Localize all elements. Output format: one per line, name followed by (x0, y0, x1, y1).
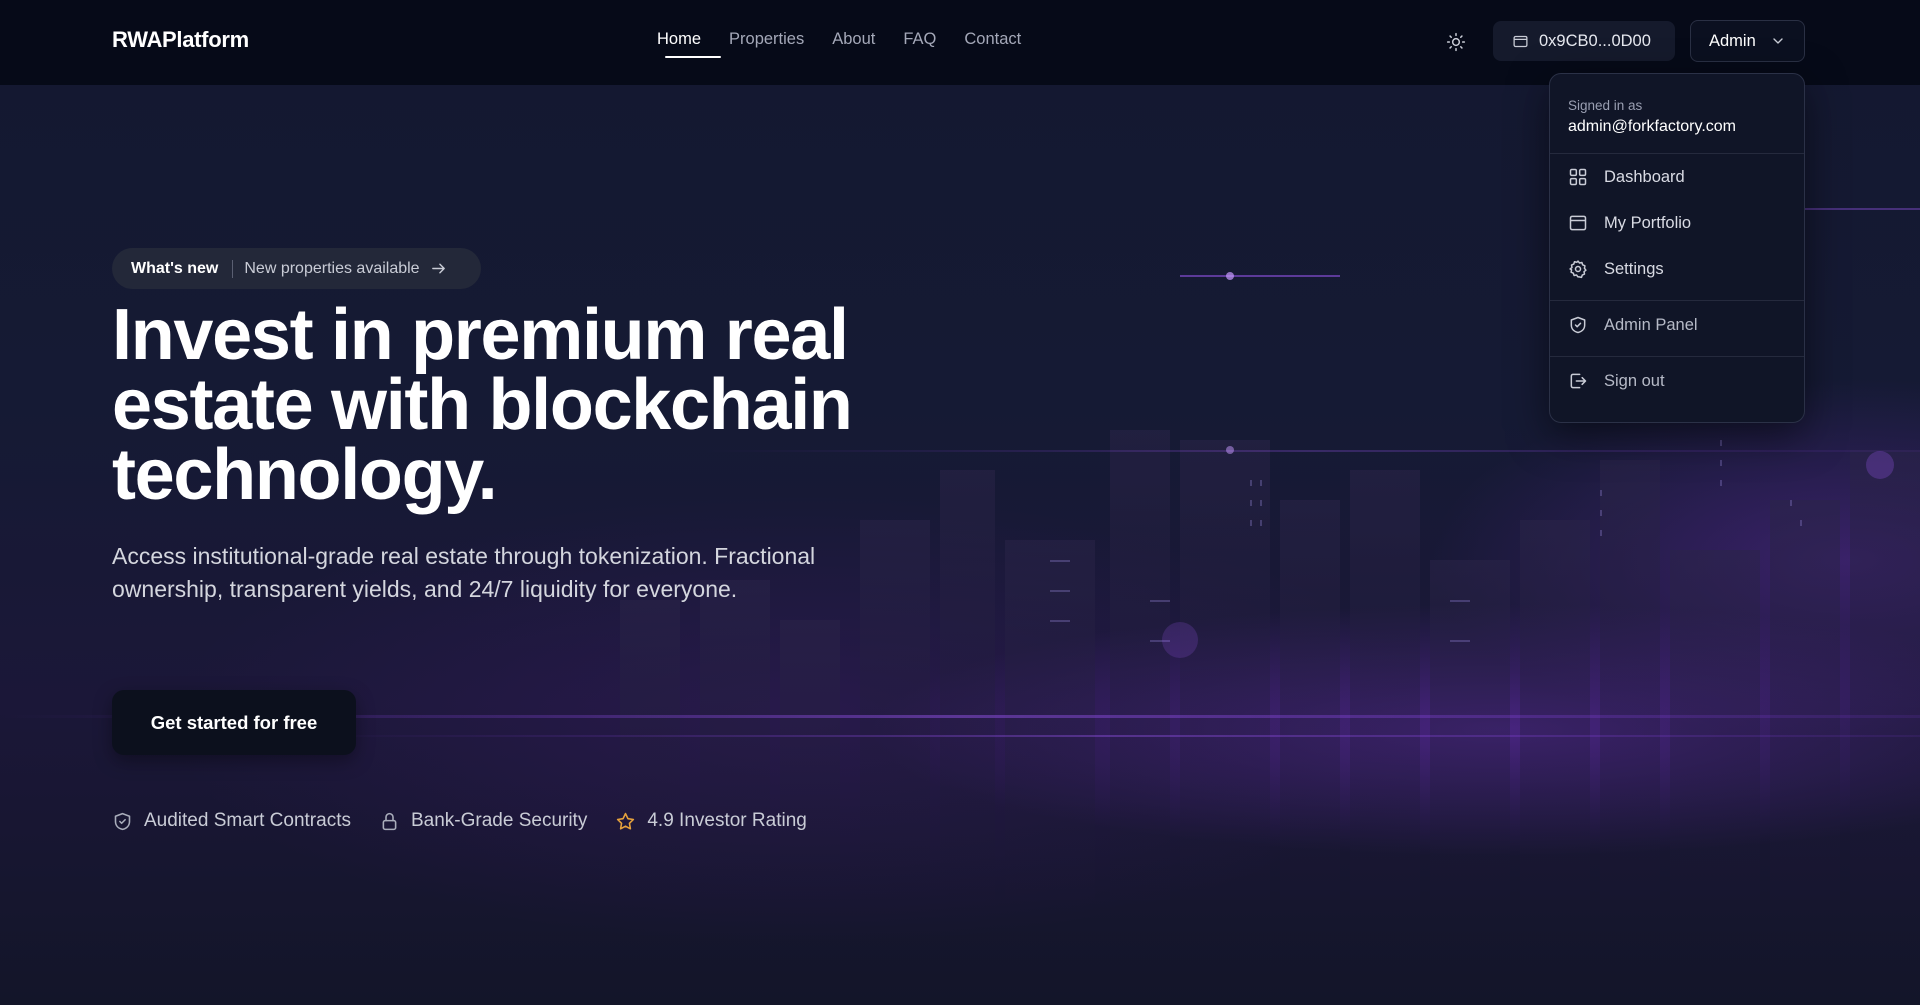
sign-out-icon (1570, 373, 1587, 389)
menu-divider (1550, 356, 1804, 357)
menu-item-label: Dashboard (1604, 167, 1685, 186)
whats-new-badge[interactable]: What's new New properties available (112, 248, 481, 289)
menu-item-sign-out[interactable]: Sign out (1568, 366, 1788, 396)
hero-title-line: estate with blockchain (112, 365, 853, 445)
gear-icon (1569, 260, 1587, 279)
user-dropdown-menu: Signed in as admin@forkfactory.com Dashb… (1549, 73, 1805, 423)
nav-contact[interactable]: Contact (964, 30, 1021, 55)
badge-divider (232, 259, 234, 278)
page: RWAPlatform Home Properties About FAQ Co… (0, 0, 1920, 1005)
lock-icon (382, 812, 397, 830)
menu-item-admin-panel[interactable]: Admin Panel (1568, 310, 1788, 340)
feature-label: Audited Smart Contracts (144, 810, 351, 831)
badge-text: New properties available (244, 259, 420, 277)
badge-tag: What's new (131, 259, 219, 277)
arrow-right-icon (430, 260, 447, 277)
user-email: admin@forkfactory.com (1568, 118, 1736, 135)
menu-item-label: Settings (1604, 259, 1664, 278)
hero-subtitle: Access institutional-grade real estate t… (112, 540, 902, 606)
menu-divider (1550, 300, 1804, 301)
nav-home[interactable]: Home (657, 30, 729, 58)
feature-audited: Audited Smart Contracts (112, 810, 351, 832)
trust-features: Audited Smart Contracts Bank-Grade Secur… (112, 810, 835, 832)
feature-security: Bank-Grade Security (379, 810, 587, 832)
menu-item-label: Admin Panel (1604, 315, 1698, 334)
shield-icon (1570, 316, 1586, 334)
theme-toggle-button[interactable] (1444, 30, 1468, 54)
sun-icon (1446, 32, 1466, 52)
star-icon (617, 812, 635, 830)
menu-divider (1550, 153, 1804, 154)
portfolio-icon (1569, 215, 1587, 231)
hero-title-line: Invest in premium real (112, 295, 849, 375)
user-menu-label: Admin (1709, 31, 1756, 50)
menu-item-label: Sign out (1604, 371, 1665, 390)
wallet-icon (1513, 35, 1528, 47)
nav-faq[interactable]: FAQ (903, 30, 964, 55)
hero-subtitle-line: ownership, transparent yields, and 24/7 … (112, 576, 738, 602)
menu-item-dashboard[interactable]: Dashboard (1568, 162, 1788, 192)
hero-title-line: technology. (112, 435, 498, 515)
menu-item-label: My Portfolio (1604, 213, 1692, 232)
feature-label: Bank-Grade Security (410, 810, 588, 831)
menu-item-settings[interactable]: Settings (1568, 254, 1788, 284)
menu-item-portfolio[interactable]: My Portfolio (1568, 208, 1788, 238)
wallet-address: 0x9CB0...0D00 (1539, 31, 1651, 50)
wallet-button[interactable]: 0x9CB0...0D00 (1493, 21, 1675, 61)
signed-in-label: Signed in as (1568, 98, 1643, 113)
shield-check-icon (114, 812, 131, 830)
nav-properties[interactable]: Properties (729, 30, 832, 55)
grid-icon (1569, 168, 1587, 186)
feature-rating: 4.9 Investor Rating (615, 810, 807, 832)
hero-title: Invest in premium real estate with block… (112, 299, 972, 511)
feature-label: 4.9 Investor Rating (647, 810, 807, 831)
main-nav: Home Properties About FAQ Contact (657, 30, 1021, 58)
chevron-down-icon (1773, 38, 1783, 44)
brand-logo[interactable]: RWAPlatform (112, 27, 249, 53)
nav-about[interactable]: About (832, 30, 903, 55)
hero-subtitle-line: Access institutional-grade real estate t… (112, 543, 816, 569)
user-menu-button[interactable]: Admin (1690, 20, 1805, 62)
get-started-button[interactable]: Get started for free (112, 690, 356, 755)
